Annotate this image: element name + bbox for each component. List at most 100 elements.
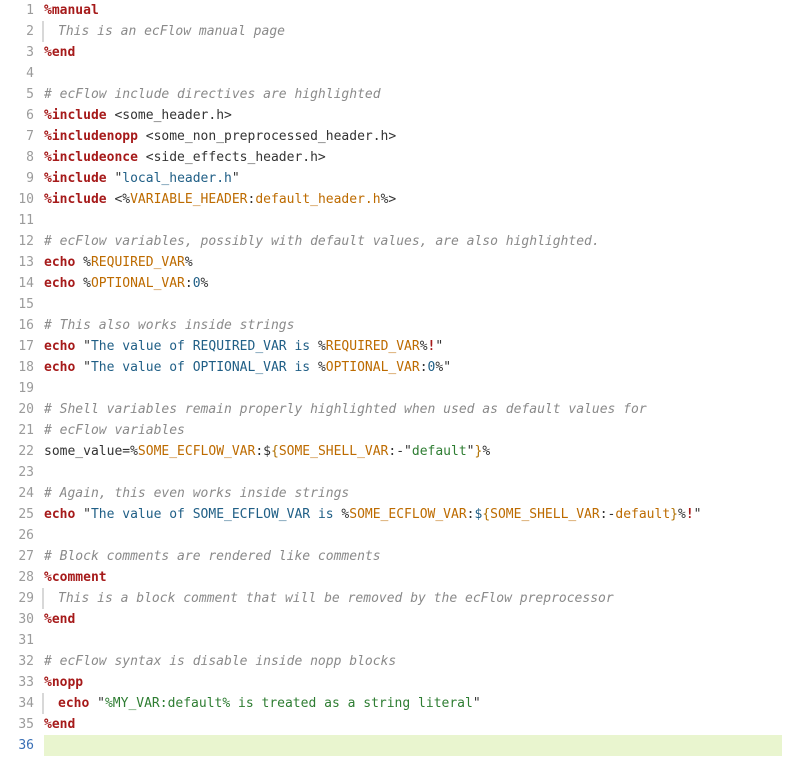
- token-default: default: [615, 507, 670, 522]
- token-var: SOME_SHELL_VAR: [279, 444, 389, 459]
- token-punct: :-: [388, 444, 404, 459]
- code-line: [44, 63, 782, 84]
- token-string-quote: ": [404, 444, 412, 459]
- line-number: 4: [0, 63, 34, 84]
- line-number: 8: [0, 147, 34, 168]
- token-keyword: echo: [44, 507, 75, 522]
- line-number: 28: [0, 567, 34, 588]
- token-punct: %: [318, 339, 326, 354]
- code-line: %end: [44, 42, 782, 63]
- token-punct: %: [678, 507, 686, 522]
- code-line: %include "local_header.h": [44, 168, 782, 189]
- code-line: [44, 462, 782, 483]
- line-number: 33: [0, 672, 34, 693]
- token-comment: # Again, this even works inside strings: [44, 486, 349, 501]
- token-plain: %: [185, 255, 193, 270]
- token-string: The value of OPTIONAL_VAR is: [91, 360, 318, 375]
- token-plain: <some_non_preprocessed_header.h>: [138, 129, 396, 144]
- code-line: [44, 735, 782, 756]
- token-string-quote: ": [694, 507, 702, 522]
- token-plain: %: [201, 276, 209, 291]
- line-number: 35: [0, 714, 34, 735]
- line-number: 11: [0, 210, 34, 231]
- code-line: some_value=%SOME_ECFLOW_VAR:${SOME_SHELL…: [44, 441, 782, 462]
- token-punct: %: [482, 444, 490, 459]
- code-line: %nopp: [44, 672, 782, 693]
- token-comment: # ecFlow include directives are highligh…: [44, 87, 381, 102]
- token-plain: %: [75, 255, 91, 270]
- line-number: 24: [0, 483, 34, 504]
- token-directive: %include: [44, 192, 107, 207]
- token-keyword: echo: [44, 255, 75, 270]
- line-number: 36: [0, 735, 34, 756]
- line-number: 18: [0, 357, 34, 378]
- token-plain: <: [107, 192, 123, 207]
- line-number: 1: [0, 0, 34, 21]
- token-string: local_header.h: [122, 171, 232, 186]
- token-directive: %end: [44, 45, 75, 60]
- token-str-green: %MY_VAR:default% is treated as a string …: [105, 696, 473, 711]
- token-directive: %comment: [44, 570, 107, 585]
- token-directive: %nopp: [44, 675, 83, 690]
- token-var: SOME_ECFLOW_VAR: [349, 507, 466, 522]
- token-brace: }: [670, 507, 678, 522]
- line-number: 6: [0, 105, 34, 126]
- code-line: # ecFlow include directives are highligh…: [44, 84, 782, 105]
- token-keyword: echo: [44, 360, 75, 375]
- line-number: 13: [0, 252, 34, 273]
- line-number: 31: [0, 630, 34, 651]
- code-line: %comment: [44, 567, 782, 588]
- token-directive: %include: [44, 108, 107, 123]
- token-comment-it: This is a block comment that will be rem…: [58, 591, 614, 606]
- code-line: This is an ecFlow manual page: [42, 21, 782, 42]
- token-keyword: echo: [44, 339, 75, 354]
- token-plain: <some_header.h>: [107, 108, 232, 123]
- code-line: %includeonce <side_effects_header.h>: [44, 147, 782, 168]
- token-comment: # Shell variables remain properly highli…: [44, 402, 647, 417]
- code-line: This is a block comment that will be rem…: [42, 588, 782, 609]
- token-number: 0: [193, 276, 201, 291]
- token-string: The value of SOME_ECFLOW_VAR is: [91, 507, 341, 522]
- token-comment: # ecFlow variables, possibly with defaul…: [44, 234, 600, 249]
- line-number: 27: [0, 546, 34, 567]
- line-number: 3: [0, 42, 34, 63]
- line-number: 14: [0, 273, 34, 294]
- code-line: echo %REQUIRED_VAR%: [44, 252, 782, 273]
- token-plain: [75, 360, 83, 375]
- line-number: 30: [0, 609, 34, 630]
- token-plain: some_value=: [44, 444, 130, 459]
- code-line: echo "The value of OPTIONAL_VAR is %OPTI…: [44, 357, 782, 378]
- code-line: %manual: [44, 0, 782, 21]
- line-number-gutter: 1234567891011121314151617181920212223242…: [0, 0, 44, 756]
- token-string: The value of REQUIRED_VAR is: [91, 339, 318, 354]
- token-punct: %: [435, 360, 443, 375]
- code-line: echo "The value of SOME_ECFLOW_VAR is %S…: [44, 504, 782, 525]
- token-comment: # This also works inside strings: [44, 318, 294, 333]
- token-directive: %end: [44, 717, 75, 732]
- line-number: 19: [0, 378, 34, 399]
- token-var: SOME_ECFLOW_VAR: [138, 444, 255, 459]
- token-comment: # Block comments are rendered like comme…: [44, 549, 381, 564]
- code-line: echo %OPTIONAL_VAR:0%: [44, 273, 782, 294]
- token-punct: %: [318, 360, 326, 375]
- token-punct: :-: [600, 507, 616, 522]
- token-var: OPTIONAL_VAR: [326, 360, 420, 375]
- token-string-quote: ": [97, 696, 105, 711]
- token-punct: %: [130, 444, 138, 459]
- token-string-quote: ": [83, 507, 91, 522]
- code-line: # Shell variables remain properly highli…: [44, 399, 782, 420]
- code-line: [44, 525, 782, 546]
- token-punct: :: [255, 444, 263, 459]
- line-number: 22: [0, 441, 34, 462]
- token-string-quote: ": [467, 444, 475, 459]
- token-directive: %include: [44, 171, 107, 186]
- code-area[interactable]: %manualThis is an ecFlow manual page %end…: [44, 0, 788, 756]
- line-number: 16: [0, 315, 34, 336]
- token-string-quote: ": [435, 339, 443, 354]
- token-string-quote: ": [83, 360, 91, 375]
- line-number: 5: [0, 84, 34, 105]
- code-line: echo "%MY_VAR:default% is treated as a s…: [42, 693, 782, 714]
- code-line: %end: [44, 714, 782, 735]
- token-comment: # ecFlow variables: [44, 423, 185, 438]
- token-str-green: default: [412, 444, 467, 459]
